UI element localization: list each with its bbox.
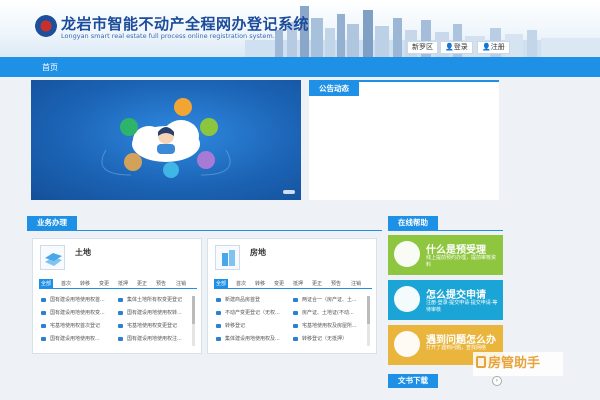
house-manager-icon [476, 356, 486, 368]
tab-house-change[interactable]: 变更 [274, 279, 284, 289]
register-button[interactable]: 👤注册 [477, 41, 510, 54]
list-item[interactable]: 房产证、土地证(不动... [293, 310, 354, 317]
list-item[interactable]: 宅基地使用权及房屋所... [293, 323, 357, 330]
list-item[interactable]: 国有建设用地使用权首... [41, 297, 105, 304]
list-item[interactable]: 国有建设用地使用权变... [41, 310, 105, 317]
arrow-right-icon[interactable]: › [492, 376, 502, 386]
land-title: 土地 [75, 248, 91, 257]
user-icon: 👤 [482, 43, 491, 51]
land-card: 土地 全部 首次 转移 变更 抵押 更正 预告 注销 国有建设用地使用权首...… [32, 238, 202, 354]
tab-land-all[interactable]: 全部 [39, 279, 54, 289]
site-subtitle: Longyan smart real estate full process o… [61, 32, 275, 40]
help-card-title: 遇到问题怎么办 [426, 335, 496, 346]
cloud-illustration [101, 98, 231, 178]
notice-panel [309, 80, 499, 200]
carousel-indicator[interactable] [283, 190, 295, 194]
banner-carousel[interactable] [31, 80, 301, 200]
list-item[interactable]: 转移登记（无抵押） [293, 336, 347, 343]
help-card-preaccept[interactable]: 什么是预受理 线上提前预约办理，提前审核资料 [388, 235, 503, 275]
list-item[interactable]: 转移登记 [216, 323, 245, 330]
tab-land-cancel[interactable]: 注销 [176, 279, 186, 289]
list-item[interactable]: 两证合一（房产证、土... [293, 297, 357, 304]
tab-land-first[interactable]: 首次 [61, 279, 71, 289]
tab-house-all[interactable]: 全部 [214, 279, 229, 289]
login-button[interactable]: 👤登录 [440, 41, 473, 54]
notice-title[interactable]: 公告动态 [309, 82, 359, 96]
house-tabs: 全部 首次 转移 变更 抵押 更正 预告 注销 [214, 279, 372, 289]
business-title: 业务办理 [27, 216, 77, 230]
list-item[interactable]: 国有建设用地使用权... [41, 336, 100, 343]
calendar-icon [394, 241, 420, 267]
site-header: 龙岩市智能不动产全程网办登记系统 Longyan smart real esta… [0, 0, 600, 57]
watermark: 房管助手 [473, 352, 563, 376]
tab-land-notice[interactable]: 预告 [156, 279, 166, 289]
document-icon [394, 286, 420, 312]
scrollbar-thumb[interactable] [192, 296, 195, 324]
register-label: 注册 [490, 43, 505, 51]
tab-house-notice[interactable]: 预告 [331, 279, 341, 289]
list-item[interactable]: 集体土地所有权变更登记 [118, 297, 182, 304]
help-card-subtitle: 注册·登录·提交申请·提交申请·等待审核 [426, 300, 498, 313]
watermark-text: 房管助手 [488, 356, 541, 371]
nav-home[interactable]: 首页 [42, 62, 58, 73]
help-title: 在线帮助 [388, 216, 438, 230]
tab-house-first[interactable]: 首次 [236, 279, 246, 289]
tab-land-correction[interactable]: 更正 [137, 279, 147, 289]
download-title[interactable]: 文书下载 [388, 374, 438, 388]
site-logo [35, 15, 57, 37]
tab-land-mortgage[interactable]: 抵押 [118, 279, 128, 289]
help-card-title: 什么是预受理 [426, 245, 486, 256]
tab-land-change[interactable]: 变更 [99, 279, 109, 289]
house-card: 房地 全部 首次 转移 变更 抵押 更正 预告 注销 新建商品房首登 不动产变更… [207, 238, 377, 354]
list-item[interactable]: 不动产变更登记（无权... [216, 310, 280, 317]
list-item[interactable]: 宅基地使用权变更登记 [118, 323, 177, 330]
region-button[interactable]: 新罗区 [407, 41, 438, 54]
business-section: 业务办理 土地 全部 首次 转移 变更 抵押 更正 预告 注销 国有建设用地使用… [27, 215, 382, 365]
list-item[interactable]: 宅基地使用权首次登记 [41, 323, 100, 330]
help-card-submit[interactable]: 怎么提交申请 注册·登录·提交申请·提交申请·等待审核 [388, 280, 503, 320]
list-item[interactable]: 国有建设用地使用权转... [118, 310, 182, 317]
tab-land-transfer[interactable]: 转移 [80, 279, 90, 289]
site-title: 龙岩市智能不动产全程网办登记系统 [61, 15, 310, 33]
help-card-title: 怎么提交申请 [426, 290, 486, 301]
scrollbar-thumb[interactable] [367, 296, 370, 324]
login-label: 登录 [453, 43, 468, 51]
user-icon: 👤 [445, 43, 454, 51]
list-item[interactable]: 国有建设用地使用权注... [118, 336, 182, 343]
land-icon [40, 245, 65, 270]
scrollbar[interactable] [192, 296, 195, 346]
tab-house-correction[interactable]: 更正 [312, 279, 322, 289]
help-card-subtitle: 打开了遇到问题，查找网络 [426, 345, 487, 351]
help-card-subtitle: 线上提前预约办理，提前审核资料 [426, 255, 497, 268]
tab-house-mortgage[interactable]: 抵押 [293, 279, 303, 289]
scrollbar[interactable] [367, 296, 370, 346]
tab-house-transfer[interactable]: 转移 [255, 279, 265, 289]
divider [388, 230, 503, 231]
building-icon [215, 245, 240, 270]
main-nav: 首页 [0, 57, 600, 77]
land-tabs: 全部 首次 转移 变更 抵押 更正 预告 注销 [39, 279, 197, 289]
divider [27, 230, 382, 231]
house-title: 房地 [250, 248, 266, 257]
list-item[interactable]: 集体建设用地使用权及... [216, 336, 280, 343]
list-item[interactable]: 新建商品房首登 [216, 297, 260, 304]
book-icon [394, 331, 420, 357]
tab-house-cancel[interactable]: 注销 [351, 279, 361, 289]
